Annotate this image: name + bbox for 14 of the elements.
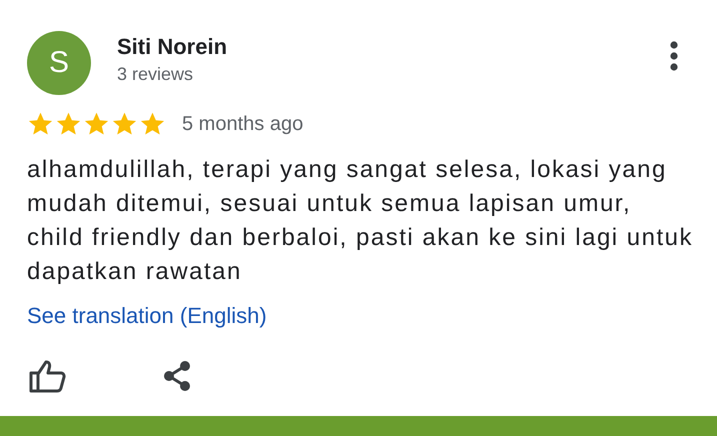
star-icon xyxy=(139,111,166,137)
star-icon xyxy=(55,111,82,137)
translation-link[interactable]: See translation (English) xyxy=(27,303,267,329)
share-icon[interactable] xyxy=(161,360,193,392)
avatar: S xyxy=(27,31,91,95)
star-icon xyxy=(83,111,110,137)
review-time: 5 months ago xyxy=(182,112,304,136)
review-count: 3 reviews xyxy=(117,64,194,84)
star-icon xyxy=(27,111,54,137)
more-options-icon[interactable] xyxy=(669,41,679,71)
star-icon xyxy=(111,111,138,137)
author-name: Siti Norein xyxy=(117,34,228,60)
thumbs-up-icon[interactable] xyxy=(29,359,67,393)
review-text: alhamdulillah, terapi yang sangat selesa, lokasi yang mudah ditemui, sesuai untuk semua lapisan umur, child friendly dan berbaloi, pasti akan ke sini lagi untuk dapatkan rawatan xyxy=(27,155,694,287)
